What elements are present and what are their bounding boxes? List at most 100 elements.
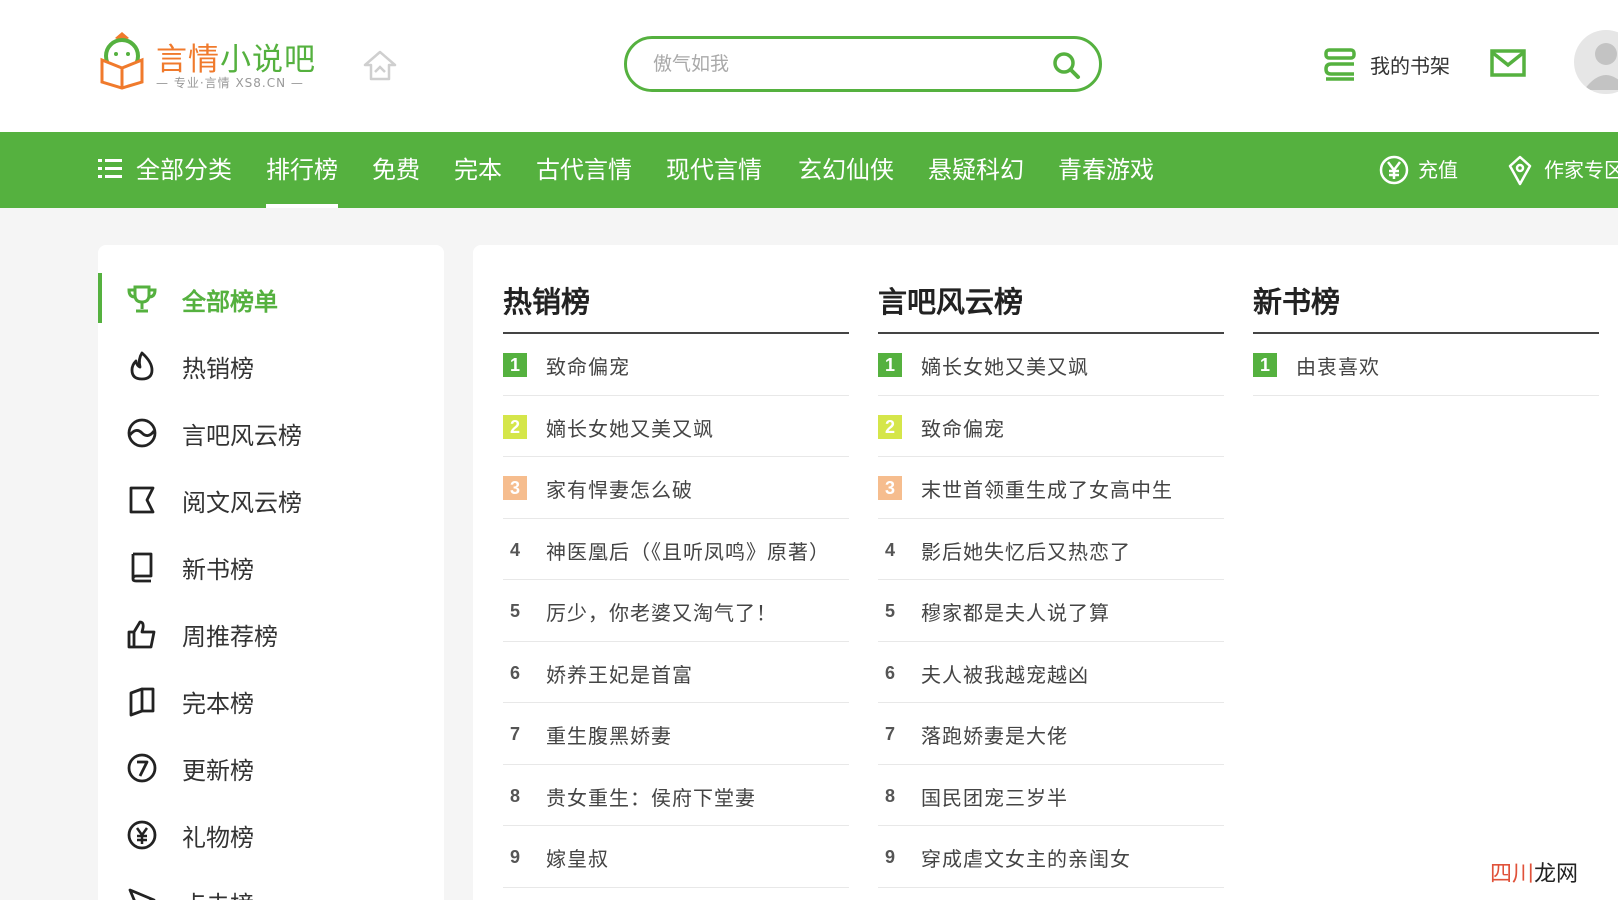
bookshelf-label: 我的书架 — [1370, 54, 1450, 78]
sidebar-item-yuewen-chart[interactable]: 阅文风云榜 — [98, 474, 444, 541]
rank-number: 1 — [1253, 353, 1277, 377]
menu-list-icon[interactable] — [98, 158, 122, 180]
book-title-link[interactable]: 致命偏宠 — [546, 351, 630, 380]
rank-number: 4 — [884, 539, 895, 560]
avatar[interactable] — [1574, 30, 1618, 94]
ranking-row[interactable]: 8 贵女重生：侯府下堂妻 — [503, 765, 849, 826]
recharge-link[interactable]: 充值 — [1378, 132, 1478, 208]
nav-item-completed[interactable]: 完本 — [454, 132, 502, 208]
logo-subtitle: — 专业·言情 XS8.CN — — [156, 76, 304, 90]
ranking-row[interactable]: 7 重生腹黑娇妻 — [503, 703, 849, 765]
ranking-row[interactable]: 6 娇养王妃是首富 — [503, 642, 849, 703]
book-title-link[interactable]: 国民团宠三岁半 — [921, 782, 1068, 811]
thumbs-up-icon — [127, 620, 156, 649]
mail-icon[interactable] — [1490, 48, 1526, 78]
nav-item-modern-romance[interactable]: 现代言情 — [666, 132, 762, 208]
ranking-row[interactable]: 1 由衷喜欢 — [1253, 334, 1599, 396]
ranking-row[interactable]: 9 嫁皇叔 — [503, 826, 849, 888]
nav-item-fantasy[interactable]: 玄幻仙侠 — [798, 132, 894, 208]
ranking-row[interactable]: 4 神医凰后（《且听凤鸣》原著） — [503, 519, 849, 580]
ranking-row[interactable]: 5 穆家都是夫人说了算 — [878, 580, 1224, 642]
book-title-link[interactable]: 致命偏宠 — [921, 413, 1005, 442]
book-title-link[interactable]: 贵女重生：侯府下堂妻 — [546, 782, 756, 811]
rank-number: 9 — [884, 847, 895, 867]
sidebar-item-label: 新书榜 — [182, 556, 254, 584]
sidebar-item-all-rankings[interactable]: 全部榜单 — [98, 273, 444, 340]
book-title-link[interactable]: 重生腹黑娇妻 — [546, 720, 672, 749]
book-title-link[interactable]: 由衷喜欢 — [1296, 351, 1380, 380]
ranking-row[interactable]: 1 致命偏宠 — [503, 334, 849, 396]
sidebar-item-clicks[interactable]: 点击榜 — [98, 876, 444, 900]
search-icon[interactable] — [1051, 50, 1081, 80]
rank-number: 7 — [884, 724, 895, 744]
wave-circle-icon — [127, 418, 157, 448]
sidebar-item-updates[interactable]: 更新榜 — [98, 742, 444, 809]
ranking-title[interactable]: 言吧风云榜 — [878, 279, 1023, 321]
top-header: 言情小说吧 — 专业·言情 XS8.CN — 我的书架 — [0, 0, 1618, 132]
ranking-row[interactable]: 4 影后她失忆后又热恋了 — [878, 519, 1224, 580]
book-icon — [131, 552, 153, 583]
nav-item-ancient-romance[interactable]: 古代言情 — [536, 132, 632, 208]
rank-number: 3 — [878, 476, 902, 500]
book-title-link[interactable]: 穿成虐文女主的亲闺女 — [921, 843, 1131, 872]
nav-item-free[interactable]: 免费 — [372, 132, 420, 208]
rank-number: 8 — [509, 785, 520, 806]
sidebar-item-new-books[interactable]: 新书榜 — [98, 541, 444, 608]
diamond-pen-icon — [1508, 155, 1532, 186]
sidebar-item-gifts[interactable]: 礼物榜 — [98, 809, 444, 876]
flag-icon — [129, 486, 155, 514]
book-title-link[interactable]: 穆家都是夫人说了算 — [921, 597, 1110, 626]
book-title-link[interactable]: 娇养王妃是首富 — [546, 659, 693, 688]
ranking-row[interactable]: 6 夫人被我越宠越凶 — [878, 642, 1224, 703]
ranking-row[interactable]: 3 末世首领重生成了女高中生 — [878, 457, 1224, 519]
nav-item-mystery-scifi[interactable]: 悬疑科幻 — [928, 132, 1024, 208]
sidebar-item-yanba-chart[interactable]: 言吧风云榜 — [98, 407, 444, 474]
book-title-link[interactable]: 厉少，你老婆又淘气了！ — [546, 597, 777, 626]
sidebar-item-label: 点击榜 — [182, 885, 254, 900]
book-title-link[interactable]: 影后她失忆后又热恋了 — [921, 536, 1131, 565]
rank-number: 5 — [509, 601, 520, 621]
search-input[interactable] — [653, 47, 1033, 81]
main-nav: 全部分类 排行榜 免费 完本 古代言情 现代言情 玄幻仙侠 悬疑科幻 青春游戏 … — [0, 132, 1618, 208]
rank-number: 1 — [878, 353, 902, 377]
book-title-link[interactable]: 嫁皇叔 — [546, 843, 609, 872]
ranking-row[interactable]: 5 厉少，你老婆又淘气了！ — [503, 580, 849, 642]
ranking-row[interactable]: 8 国民团宠三岁半 — [878, 765, 1224, 826]
sidebar-item-weekly-recommend[interactable]: 周推荐榜 — [98, 608, 444, 675]
book-title-link[interactable]: 嫡长女她又美又飒 — [921, 351, 1089, 380]
nav-item-rankings[interactable]: 排行榜 — [266, 132, 338, 208]
book-title-link[interactable]: 落跑娇妻是大佬 — [921, 720, 1068, 749]
book-title-link[interactable]: 末世首领重生成了女高中生 — [921, 474, 1173, 503]
recharge-label: 充值 — [1418, 158, 1458, 182]
nav-item-youth-games[interactable]: 青春游戏 — [1058, 132, 1154, 208]
ranking-row[interactable]: 7 落跑娇妻是大佬 — [878, 703, 1224, 765]
book-title-link[interactable]: 夫人被我越宠越凶 — [921, 659, 1089, 688]
logo-mark-icon — [100, 32, 144, 90]
nav-all-categories[interactable]: 全部分类 — [136, 132, 232, 208]
ranking-row[interactable]: 9 穿成虐文女主的亲闺女 — [878, 826, 1224, 888]
book-title-link[interactable]: 神医凰后（《且听凤鸣》原著） — [546, 536, 830, 565]
rank-number: 8 — [884, 785, 895, 806]
site-logo[interactable]: 言情小说吧 — 专业·言情 XS8.CN — — [96, 28, 336, 94]
sidebar-item-label: 热销榜 — [182, 355, 254, 383]
ranking-row[interactable]: 2 嫡长女她又美又飒 — [503, 396, 849, 457]
yen-coin-icon — [1379, 155, 1409, 185]
sidebar-item-label: 礼物榜 — [182, 824, 254, 852]
home-icon[interactable] — [362, 48, 398, 84]
rankings-panel: 热销榜 1 致命偏宠 2 嫡长女她又美又飒 3 家有悍妻怎么破 4 神医凰后（《且听凤鸣》原著… — [473, 245, 1618, 900]
number-seven-icon — [127, 753, 157, 783]
ranking-row[interactable]: 3 家有悍妻怎么破 — [503, 457, 849, 519]
ranking-title[interactable]: 热销榜 — [503, 279, 590, 321]
open-book-icon — [129, 687, 155, 717]
author-zone-link[interactable]: 作家专区 — [1504, 132, 1618, 208]
sidebar-item-label: 阅文风云榜 — [182, 489, 302, 517]
ranking-row[interactable]: 2 致命偏宠 — [878, 396, 1224, 457]
ranking-row[interactable]: 1 嫡长女她又美又飒 — [878, 334, 1224, 396]
ranking-title[interactable]: 新书榜 — [1253, 279, 1340, 321]
book-title-link[interactable]: 嫡长女她又美又飒 — [546, 413, 714, 442]
sidebar-item-hot-sales[interactable]: 热销榜 — [98, 340, 444, 407]
sidebar-item-label: 周推荐榜 — [182, 623, 278, 651]
book-title-link[interactable]: 家有悍妻怎么破 — [546, 474, 693, 503]
sidebar-item-completed[interactable]: 完本榜 — [98, 675, 444, 742]
search-box[interactable] — [624, 36, 1102, 92]
